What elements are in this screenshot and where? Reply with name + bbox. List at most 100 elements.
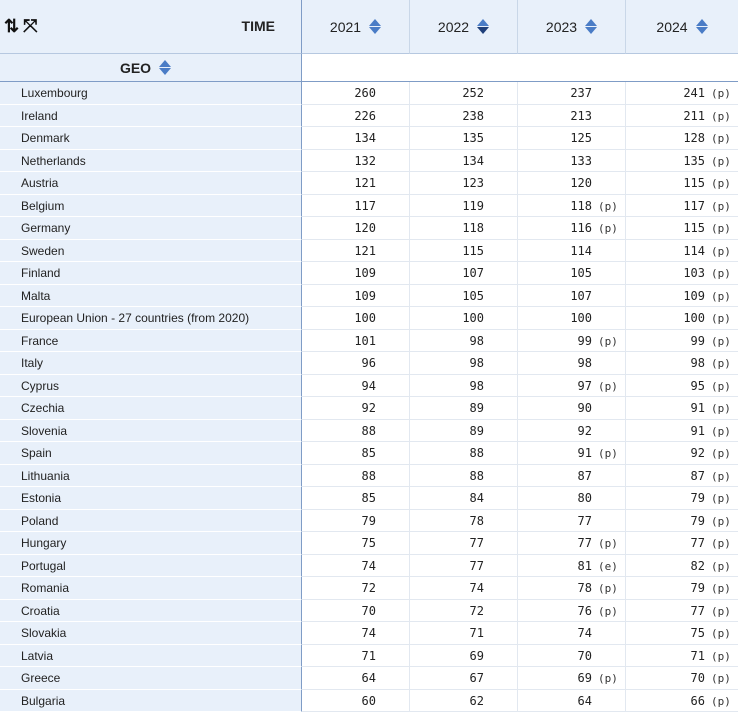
value-number: 213 (570, 108, 592, 123)
value-flag (484, 240, 514, 262)
value-number: 118 (570, 198, 592, 213)
expand-icon[interactable]: ⤧ (23, 17, 37, 35)
geo-cell[interactable]: Ireland (0, 104, 302, 127)
value-flag: (p) (711, 132, 731, 145)
value-cell: 100 (518, 307, 626, 330)
value-cell: 260 (302, 82, 410, 105)
value-cell: 92 (302, 397, 410, 420)
value-cell: 107 (410, 262, 518, 285)
geo-cell[interactable]: Sweden (0, 239, 302, 262)
value-flag (592, 645, 622, 667)
value-cell: 91 (p) (626, 420, 738, 442)
geo-cell[interactable]: Netherlands (0, 149, 302, 172)
geo-cell[interactable]: Malta (0, 284, 302, 307)
value-number: 82 (690, 558, 705, 573)
table-row: Austria 121 123 120 115 (p) (0, 172, 738, 195)
time-dimension-label: TIME (241, 18, 275, 34)
table-row: European Union - 27 countries (from 2020… (0, 307, 738, 330)
geo-cell[interactable]: Estonia (0, 487, 302, 510)
geo-cell[interactable]: Slovenia (0, 419, 302, 442)
geo-cell[interactable]: Italy (0, 352, 302, 375)
value-number: 121 (354, 176, 376, 190)
sort-toggle-icon[interactable]: ⇅ (4, 17, 19, 35)
geo-cell[interactable]: Hungary (0, 532, 302, 555)
value-cell: 70 (302, 599, 410, 622)
value-cell: 74 (410, 577, 518, 600)
value-number: 64 (361, 671, 376, 685)
value-number: 66 (690, 693, 705, 708)
geo-cell[interactable]: European Union - 27 countries (from 2020… (0, 307, 302, 330)
value-cell: 134 (410, 149, 518, 172)
value-cell: 125 (518, 127, 626, 150)
column-header-year[interactable]: 2021 (302, 0, 410, 54)
table-row: Portugal 74 77 81 (e) 82 (p) (0, 554, 738, 577)
geo-cell[interactable]: Denmark (0, 127, 302, 150)
geo-cell[interactable]: Czechia (0, 397, 302, 420)
geo-cell[interactable]: Spain (0, 442, 302, 465)
value-cell: 88 (302, 419, 410, 442)
value-flag (376, 397, 406, 419)
value-cell: 241 (p) (626, 82, 738, 105)
geo-cell[interactable]: Romania (0, 577, 302, 600)
value-cell: 74 (302, 622, 410, 645)
value-cell: 114 (518, 239, 626, 262)
value-cell: 101 (302, 329, 410, 352)
geo-cell[interactable]: Greece (0, 667, 302, 690)
table-row: Poland 79 78 77 79 (p) (0, 509, 738, 532)
geo-cell[interactable]: Lithuania (0, 464, 302, 487)
column-header-year[interactable]: 2022 (410, 0, 518, 54)
sort-icon[interactable] (695, 19, 708, 34)
geo-cell[interactable]: Poland (0, 509, 302, 532)
sort-icon[interactable] (477, 19, 490, 34)
value-cell: 79 (p) (626, 487, 738, 510)
value-number: 70 (577, 648, 592, 663)
geo-cell[interactable]: Latvia (0, 644, 302, 667)
table-row: Slovenia 88 89 92 91 (p) (0, 419, 738, 442)
value-number: 252 (462, 86, 484, 100)
value-flag (376, 465, 406, 487)
sort-icon[interactable] (159, 60, 172, 75)
value-number: 99 (577, 333, 592, 348)
column-header-year[interactable]: 2024 (626, 0, 738, 54)
value-number: 100 (462, 311, 484, 325)
value-cell: 109 (p) (626, 285, 738, 307)
value-cell: 211 (p) (626, 105, 738, 127)
value-flag (592, 262, 622, 284)
geo-cell[interactable]: Croatia (0, 599, 302, 622)
sort-icon[interactable] (369, 19, 382, 34)
year-label: 2024 (656, 18, 688, 35)
value-cell: 77 (410, 532, 518, 555)
geo-cell[interactable]: Slovakia (0, 622, 302, 645)
year-label: 2021 (329, 18, 362, 35)
column-header-year[interactable]: 2023 (518, 0, 626, 54)
geo-cell[interactable]: Austria (0, 172, 302, 195)
sort-icon[interactable] (585, 19, 598, 34)
value-cell: 75 (302, 532, 410, 555)
geo-cell[interactable]: Belgium (0, 194, 302, 217)
geo-cell[interactable]: Germany (0, 217, 302, 240)
value-number: 77 (469, 536, 484, 550)
geo-cell[interactable]: Portugal (0, 554, 302, 577)
geo-cell[interactable]: Bulgaria (0, 689, 302, 712)
value-cell: 105 (518, 262, 626, 285)
value-number: 78 (469, 513, 484, 528)
value-number: 114 (570, 243, 592, 258)
geo-column-header[interactable]: GEO (0, 54, 302, 82)
value-cell: 76 (p) (518, 599, 626, 622)
value-cell: 100 (410, 307, 518, 330)
value-number: 92 (361, 401, 376, 415)
value-flag: (p) (711, 469, 731, 483)
geo-cell[interactable]: Finland (0, 262, 302, 285)
table-row: Hungary 75 77 77 (p) 77 (p) (0, 532, 738, 555)
value-cell: 128 (p) (626, 127, 738, 150)
table-row: Ireland 226 238 213 211 (p) (0, 104, 738, 127)
value-flag (592, 82, 622, 104)
geo-cell[interactable]: Cyprus (0, 374, 302, 397)
value-cell: 89 (410, 419, 518, 442)
value-number: 237 (570, 86, 592, 100)
value-flag: (p) (711, 199, 731, 213)
value-flag (484, 217, 514, 239)
value-number: 60 (361, 693, 376, 708)
geo-cell[interactable]: France (0, 329, 302, 352)
geo-cell[interactable]: Luxembourg (0, 82, 302, 105)
